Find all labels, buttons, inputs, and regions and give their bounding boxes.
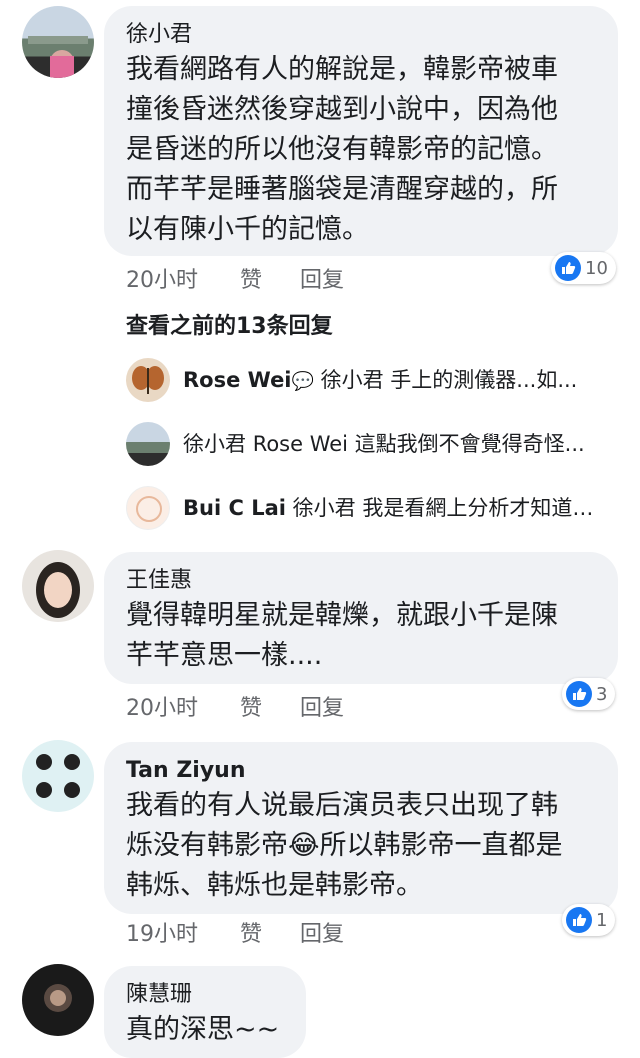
reply-author[interactable]: 徐小君 [183,432,246,456]
comment-author[interactable]: Tan Ziyun [126,756,598,786]
like-button[interactable]: 赞 [240,262,262,294]
reaction-count-badge[interactable]: 10 [551,252,616,284]
reply-text: 徐小君 手上的測儀器...如... [320,368,578,392]
like-button[interactable]: 赞 [240,916,262,948]
reaction-count-badge[interactable]: 3 [562,678,616,710]
comment-time[interactable]: 20小时 [126,690,198,722]
comment-bubble: 王佳惠 覺得韓明星就是韓爍，就跟小千是陳 芊芊意思一樣.... [104,552,618,684]
butterfly-icon [132,366,164,394]
comment-text: 我看網路有人的解說是，韓影帝被車 撞後昏迷然後穿越到小說中，因為他 是昏迷的所以… [126,54,558,245]
comment-3: Tan Ziyun 我看的有人说最后演员表只出现了韩 烁没有韩影帝😂所以韩影帝一… [0,738,640,958]
avatar[interactable] [22,6,94,78]
comment-text: 覺得韓明星就是韓爍，就跟小千是陳 芊芊意思一樣.... [126,600,558,671]
reply-author[interactable]: Rose Wei [183,368,292,392]
person-photo-icon [44,984,72,1012]
avatar-photo-icon [28,36,88,78]
view-previous-replies-link[interactable]: 查看之前的13条回复 [126,308,333,340]
reply-preview: 徐小君 Rose Wei 這點我倒不會覺得奇怪... [183,428,623,458]
comment-text: 我看的有人说最后演员表只出现了韩 烁没有韩影帝😂所以韩影帝一直都是 韩烁、韩烁也… [126,790,563,901]
reply-button[interactable]: 回复 [300,916,344,948]
like-button[interactable]: 赞 [240,690,262,722]
thumbs-up-icon [555,255,581,281]
reaction-count: 3 [596,683,608,705]
comment-4: 陳慧珊 真的深思~~ [0,960,640,1058]
reply-text: Rose Wei 這點我倒不會覺得奇怪... [252,432,585,456]
pattern-icon [136,496,162,522]
thumbs-up-icon [566,907,592,933]
comment-1: 徐小君 我看網路有人的解說是，韓影帝被車 撞後昏迷然後穿越到小說中，因為他 是昏… [0,0,640,300]
comment-bubble: 陳慧珊 真的深思~~ [104,966,306,1058]
reply-preview: Bui C Lai 徐小君 我是看網上分析才知道… [183,492,623,522]
comment-2: 王佳惠 覺得韓明星就是韓爍，就跟小千是陳 芊芊意思一樣.... 20小时 赞 回… [0,548,640,728]
comment-bubble: Tan Ziyun 我看的有人说最后演员表只出现了韩 烁没有韩影帝😂所以韩影帝一… [104,742,618,914]
avatar[interactable] [126,358,170,402]
reply-preview: Rose Wei💬 徐小君 手上的測儀器...如... [183,364,623,394]
reply-author[interactable]: Bui C Lai [183,496,286,520]
reply-text: 徐小君 我是看網上分析才知道… [292,496,594,520]
avatar[interactable] [126,422,170,466]
comment-time[interactable]: 20小时 [126,262,198,294]
avatar[interactable] [22,550,94,622]
reaction-count: 10 [585,257,608,279]
reaction-count: 1 [596,909,608,931]
comment-text: 真的深思~~ [126,1014,280,1045]
reply-button[interactable]: 回复 [300,690,344,722]
reply-button[interactable]: 回复 [300,262,344,294]
comment-bubble: 徐小君 我看網路有人的解說是，韓影帝被車 撞後昏迷然後穿越到小說中，因為他 是昏… [104,6,618,256]
avatar[interactable] [22,740,94,812]
person-photo-icon [36,562,80,618]
reply-item[interactable]: Rose Wei💬 徐小君 手上的測儀器...如... [126,358,626,402]
chat-bubble-icon: 💬 [291,371,314,392]
group-photo-icon [36,754,80,798]
comment-author[interactable]: 王佳惠 [126,566,598,596]
comment-author[interactable]: 陳慧珊 [126,980,286,1010]
comment-time[interactable]: 19小时 [126,916,198,948]
reply-item[interactable]: 徐小君 Rose Wei 這點我倒不會覺得奇怪... [126,422,626,466]
reply-item[interactable]: Bui C Lai 徐小君 我是看網上分析才知道… [126,486,626,530]
comment-author[interactable]: 徐小君 [126,20,598,50]
thumbs-up-icon [566,681,592,707]
reaction-count-badge[interactable]: 1 [562,904,616,936]
avatar[interactable] [126,486,170,530]
avatar[interactable] [22,964,94,1036]
